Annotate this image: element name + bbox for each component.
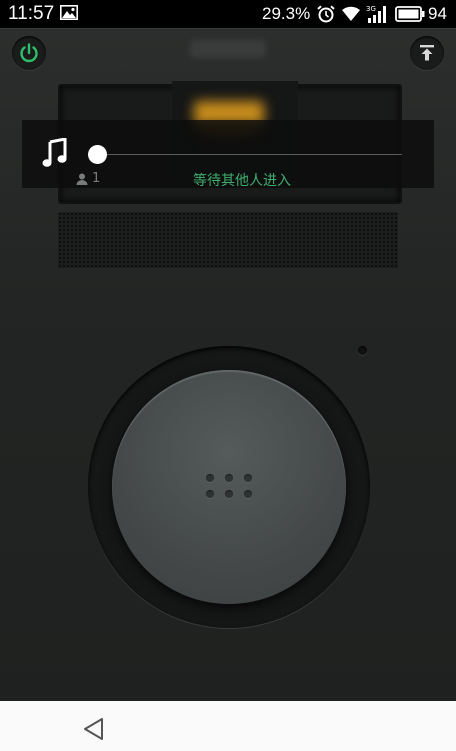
- svg-text:3G: 3G: [366, 5, 376, 13]
- music-note-icon[interactable]: [42, 138, 68, 168]
- progress-track[interactable]: [96, 154, 402, 155]
- user-count: 1: [92, 171, 101, 186]
- status-time: 11:57: [8, 3, 55, 24]
- power-icon: [20, 43, 38, 63]
- navigation-bar: [0, 701, 456, 751]
- waiting-status-text: 等待其他人进入: [193, 173, 291, 189]
- progress-knob[interactable]: [88, 145, 107, 164]
- status-bar: 11:57 29.3% 3G 94: [0, 0, 456, 28]
- back-triangle-icon[interactable]: [82, 717, 106, 741]
- upload-icon: [420, 45, 434, 61]
- room-name-blurred: [190, 40, 266, 58]
- upload-button[interactable]: [410, 36, 444, 70]
- app-screen: 11:57 29.3% 3G 94 1 等待其他人进入: [0, 0, 456, 751]
- music-control-bar: 1 等待其他人进入: [22, 120, 434, 189]
- signal-3g-icon: 3G: [366, 5, 386, 23]
- indicator-light: [358, 346, 367, 355]
- wifi-icon: [342, 6, 360, 21]
- power-button[interactable]: [12, 36, 46, 70]
- user-icon: [76, 173, 88, 185]
- picture-icon: [60, 5, 78, 20]
- battery-level: 94: [428, 4, 447, 23]
- grip-dots-icon: [206, 474, 252, 502]
- alarm-icon: [317, 5, 335, 23]
- push-to-talk-button[interactable]: [112, 370, 346, 604]
- battery-icon: [395, 6, 425, 22]
- speaker-grille: [58, 212, 398, 268]
- battery-percent: 29.3%: [262, 4, 311, 23]
